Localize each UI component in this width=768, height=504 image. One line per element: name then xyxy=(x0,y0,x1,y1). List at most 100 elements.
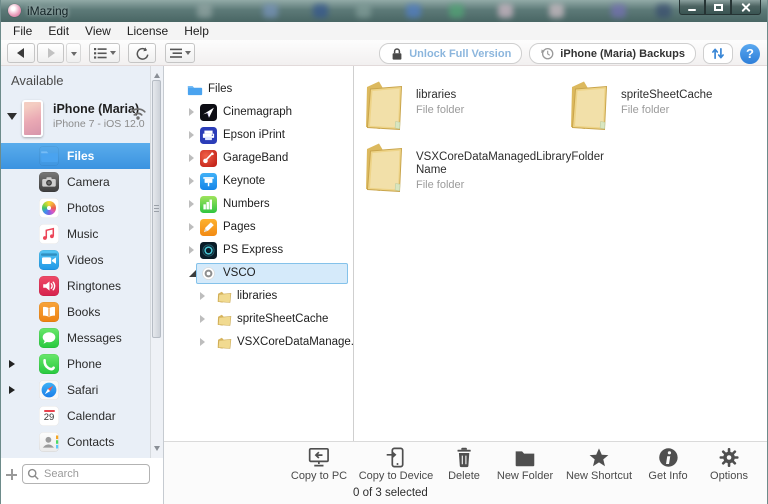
folder-item-spritesheetcache[interactable]: spriteSheetCache File folder xyxy=(565,78,761,132)
disclosure-collapsed-icon[interactable] xyxy=(189,177,198,185)
titlebar-blur-blob xyxy=(263,4,278,18)
transfer-button[interactable] xyxy=(703,43,733,64)
music-icon xyxy=(39,224,59,244)
numbers-icon xyxy=(200,196,217,213)
disclosure-right-icon[interactable] xyxy=(9,360,19,368)
title-bar: iMazing xyxy=(1,0,767,22)
sidebar-item-messages[interactable]: Messages xyxy=(1,325,151,351)
forward-button[interactable] xyxy=(37,43,64,63)
tree-item-pages[interactable]: Pages xyxy=(164,216,353,239)
copy-to-pc-icon xyxy=(308,447,330,467)
forward-icon xyxy=(47,48,60,58)
pages-icon xyxy=(200,219,217,236)
disclosure-collapsed-icon[interactable] xyxy=(200,292,209,300)
keynote-icon xyxy=(200,173,217,190)
folder-item-libraries[interactable]: libraries File folder xyxy=(360,78,556,132)
sidebar-scrollbar[interactable] xyxy=(150,66,163,458)
get-info-button[interactable]: Get Info xyxy=(648,446,688,482)
scroll-up-icon[interactable] xyxy=(154,70,160,78)
options-button[interactable]: Options xyxy=(710,446,748,482)
sidebar-item-safari[interactable]: Safari xyxy=(1,377,151,403)
photos-icon xyxy=(39,198,59,218)
disclosure-collapsed-icon[interactable] xyxy=(189,108,198,116)
new-shortcut-button[interactable]: New Shortcut xyxy=(566,446,632,482)
sidebar-item-books[interactable]: Books xyxy=(1,299,151,325)
scrollbar-thumb[interactable] xyxy=(152,80,161,338)
disclosure-collapsed-icon[interactable] xyxy=(189,246,198,254)
tree-item-libraries[interactable]: libraries xyxy=(164,285,353,308)
view-options-button[interactable] xyxy=(89,43,120,63)
disclosure-collapsed-icon[interactable] xyxy=(200,315,209,323)
history-dropdown-button[interactable] xyxy=(66,43,81,63)
close-button[interactable] xyxy=(731,0,761,15)
minimize-button[interactable] xyxy=(679,0,705,15)
menu-view[interactable]: View xyxy=(77,22,119,40)
back-button[interactable] xyxy=(7,43,35,63)
disclosure-right-icon[interactable] xyxy=(9,386,19,394)
device-backups-button[interactable]: iPhone (Maria) Backups xyxy=(529,43,696,64)
back-icon xyxy=(12,48,24,58)
sidebar-item-videos[interactable]: Videos xyxy=(1,247,151,273)
unlock-full-version-label: Unlock Full Version xyxy=(409,47,512,60)
device-row[interactable]: iPhone (Maria) iPhone 7 - iOS 12.0 xyxy=(1,98,151,140)
sidebar-item-contacts[interactable]: Contacts xyxy=(1,429,151,455)
books-icon xyxy=(39,302,59,322)
folder-blue-icon xyxy=(186,81,203,98)
menu-file[interactable]: File xyxy=(5,22,40,40)
refresh-button[interactable] xyxy=(128,43,156,63)
search-input[interactable] xyxy=(22,464,150,484)
add-button[interactable] xyxy=(6,469,17,480)
safari-icon xyxy=(39,380,59,400)
folder-item-vsxcoredata[interactable]: VSXCoreDataManagedLibraryFolderName File… xyxy=(360,140,608,194)
file-tree: Files Cinemagraph Epson iPrint GarageBan… xyxy=(164,66,360,441)
disclosure-expanded-icon[interactable] xyxy=(189,270,196,277)
window-title: iMazing xyxy=(27,4,69,18)
unlock-full-version-button[interactable]: Unlock Full Version xyxy=(379,43,523,64)
disclosure-collapsed-icon[interactable] xyxy=(189,223,198,231)
copy-to-pc-button[interactable]: Copy to PC xyxy=(291,446,347,482)
disclosure-collapsed-icon[interactable] xyxy=(189,131,198,139)
tree-item-ps-express[interactable]: PS Express xyxy=(164,239,353,262)
sidebar-item-photos[interactable]: Photos xyxy=(1,195,151,221)
folder-name: libraries xyxy=(416,89,457,101)
tree-item-keynote[interactable]: Keynote xyxy=(164,170,353,193)
help-button[interactable]: ? xyxy=(740,43,760,64)
new-folder-button[interactable]: New Folder xyxy=(497,446,553,482)
tree-item-cinemagraph[interactable]: Cinemagraph xyxy=(164,101,353,124)
folder-manila-icon xyxy=(216,334,233,351)
tree-item-vsco[interactable]: VSCO xyxy=(164,262,353,285)
folder-icon xyxy=(366,81,403,131)
maximize-button[interactable] xyxy=(705,0,731,15)
actions-menu-button[interactable] xyxy=(165,43,195,63)
delete-button[interactable]: Delete xyxy=(448,446,480,482)
tree-item-epson-iprint[interactable]: Epson iPrint xyxy=(164,124,353,147)
menu-license[interactable]: License xyxy=(119,22,176,40)
camera-icon xyxy=(39,172,59,192)
sidebar-item-phone[interactable]: Phone xyxy=(1,351,151,377)
copy-to-device-button[interactable]: Copy to Device xyxy=(359,446,433,482)
wifi-icon xyxy=(130,108,146,120)
disclosure-down-icon[interactable] xyxy=(7,113,17,125)
disclosure-collapsed-icon[interactable] xyxy=(200,338,209,346)
sidebar-item-calendar[interactable]: 29 Calendar xyxy=(1,403,151,429)
sidebar-item-ringtones[interactable]: Ringtones xyxy=(1,273,151,299)
tree-item-spritesheetcache[interactable]: spriteSheetCache xyxy=(164,308,353,331)
tree-item-garageband[interactable]: GarageBand xyxy=(164,147,353,170)
tree-item-numbers[interactable]: Numbers xyxy=(164,193,353,216)
menu-help[interactable]: Help xyxy=(176,22,217,40)
titlebar-blur-blob xyxy=(611,4,626,18)
disclosure-collapsed-icon[interactable] xyxy=(189,200,198,208)
window-controls xyxy=(679,0,761,15)
folder-manila-icon xyxy=(216,288,233,305)
sidebar-search-area xyxy=(1,458,163,504)
sidebar-item-music[interactable]: Music xyxy=(1,221,151,247)
tree-item-files[interactable]: Files xyxy=(164,78,353,101)
scroll-down-icon[interactable] xyxy=(154,446,160,454)
search-box xyxy=(22,464,150,484)
menu-edit[interactable]: Edit xyxy=(40,22,77,40)
sidebar-item-camera[interactable]: Camera xyxy=(1,169,151,195)
sidebar-item-files[interactable]: Files xyxy=(1,143,151,169)
messages-icon xyxy=(39,328,59,348)
tree-item-vsxcoredata[interactable]: VSXCoreDataManage... xyxy=(164,331,360,354)
disclosure-collapsed-icon[interactable] xyxy=(189,154,198,162)
